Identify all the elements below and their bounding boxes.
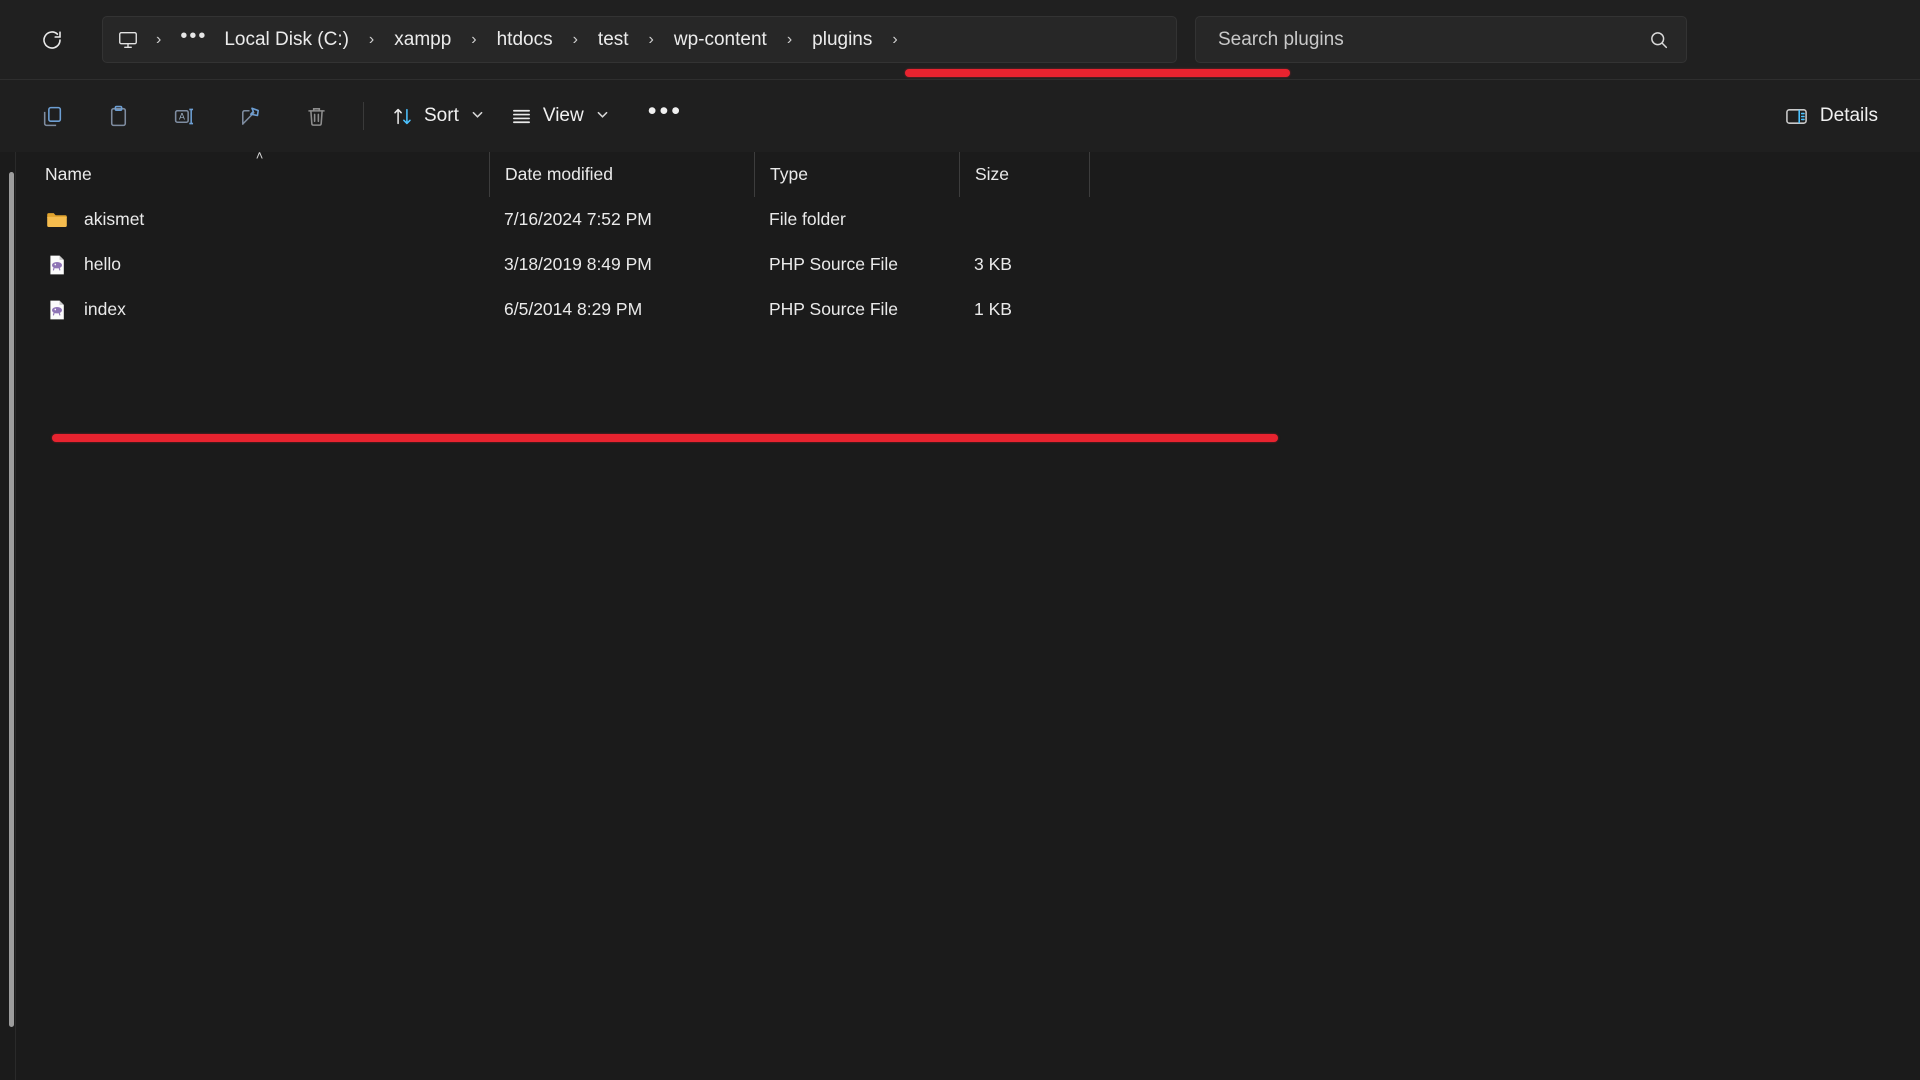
chevron-down-icon [471, 108, 484, 124]
vertical-scrollbar[interactable] [9, 172, 14, 1027]
file-list-underline-annotation [52, 434, 1278, 442]
breadcrumb-separator-0[interactable]: › [145, 23, 172, 57]
column-header-size-label: Size [975, 164, 1010, 184]
file-name-label: hello [84, 254, 121, 274]
file-name-cell: akismet [30, 208, 489, 232]
column-header-type[interactable]: Type [754, 152, 959, 197]
details-label: Details [1819, 105, 1878, 126]
file-list-area: ˄ Name Date modified Type Size akismet 7… [0, 148, 1920, 1080]
toolbar-overflow-button[interactable]: ••• [634, 92, 697, 140]
table-row[interactable]: hello 3/18/2019 8:49 PM PHP Source File … [30, 242, 1920, 287]
delete-icon[interactable] [290, 92, 342, 140]
sort-ascending-icon: ˄ [255, 148, 264, 163]
file-name-cell: hello [30, 253, 489, 277]
share-icon[interactable] [224, 92, 276, 140]
column-header-size[interactable]: Size [959, 152, 1089, 197]
file-size-cell: 1 KB [974, 299, 1012, 319]
command-bar: A Sort View ••• Details [0, 79, 1920, 152]
php-file-icon [45, 298, 69, 322]
breadcrumb-separator-5[interactable]: › [776, 23, 803, 57]
file-rows: akismet 7/16/2024 7:52 PM File folder he… [30, 197, 1920, 332]
breadcrumb-separator-1[interactable]: › [358, 23, 385, 57]
file-explorer-window: › ••• Local Disk (C:) › xampp › htdocs ›… [0, 0, 1920, 1080]
file-size-cell: 3 KB [974, 254, 1012, 274]
breadcrumb-item-test[interactable]: test [589, 23, 638, 57]
column-headers: ˄ Name Date modified Type Size [30, 148, 1920, 197]
file-date-cell: 3/18/2019 8:49 PM [504, 254, 652, 274]
column-header-name-label: Name [45, 164, 92, 184]
column-header-spacer [1089, 152, 1090, 197]
column-header-date-modified[interactable]: Date modified [489, 152, 754, 197]
breadcrumb-overflow[interactable]: ••• [172, 23, 215, 57]
breadcrumb-separator-3[interactable]: › [562, 23, 589, 57]
this-pc-icon[interactable] [111, 23, 145, 57]
sort-button[interactable]: Sort [378, 92, 497, 140]
file-name-label: index [84, 299, 126, 319]
column-header-type-label: Type [770, 164, 808, 184]
copy-icon[interactable] [26, 92, 78, 140]
search-placeholder: Search plugins [1218, 28, 1344, 50]
details-pane-button[interactable]: Details [1770, 92, 1892, 140]
search-input[interactable]: Search plugins [1195, 16, 1687, 63]
folder-icon [45, 208, 69, 232]
file-type-cell: PHP Source File [769, 254, 899, 274]
refresh-icon[interactable] [30, 18, 74, 62]
breadcrumb-separator-6[interactable]: › [881, 23, 908, 57]
php-file-icon [45, 253, 69, 277]
column-header-name[interactable]: ˄ Name [30, 148, 489, 197]
breadcrumb-separator-2[interactable]: › [460, 23, 487, 57]
file-date-cell: 6/5/2014 8:29 PM [504, 299, 643, 319]
table-row[interactable]: akismet 7/16/2024 7:52 PM File folder [30, 197, 1920, 242]
column-header-date-label: Date modified [505, 164, 613, 184]
search-icon[interactable] [1648, 29, 1670, 51]
breadcrumb-item-local-disk[interactable]: Local Disk (C:) [215, 23, 358, 57]
view-label: View [542, 105, 584, 126]
svg-text:A: A [178, 111, 184, 121]
breadcrumb-item-plugins[interactable]: plugins [803, 23, 881, 57]
file-name-label: akismet [84, 209, 145, 229]
breadcrumb-item-xampp[interactable]: xampp [385, 23, 460, 57]
breadcrumb-item-htdocs[interactable]: htdocs [488, 23, 562, 57]
chevron-down-icon [596, 108, 609, 124]
view-button[interactable]: View [497, 92, 622, 140]
sort-label: Sort [424, 105, 459, 126]
address-bar: › ••• Local Disk (C:) › xampp › htdocs ›… [0, 0, 1920, 79]
table-row[interactable]: index 6/5/2014 8:29 PM PHP Source File 1… [30, 287, 1920, 332]
file-date-cell: 7/16/2024 7:52 PM [504, 209, 652, 229]
paste-icon[interactable] [92, 92, 144, 140]
file-type-cell: PHP Source File [769, 299, 899, 319]
file-name-cell: index [30, 298, 489, 322]
breadcrumb-separator-4[interactable]: › [638, 23, 665, 57]
file-type-cell: File folder [769, 209, 846, 229]
rename-icon[interactable]: A [158, 92, 210, 140]
breadcrumb[interactable]: › ••• Local Disk (C:) › xampp › htdocs ›… [102, 16, 1177, 63]
breadcrumb-underline-annotation [905, 69, 1290, 77]
breadcrumb-item-wp-content[interactable]: wp-content [665, 23, 776, 57]
toolbar-divider [363, 102, 364, 130]
